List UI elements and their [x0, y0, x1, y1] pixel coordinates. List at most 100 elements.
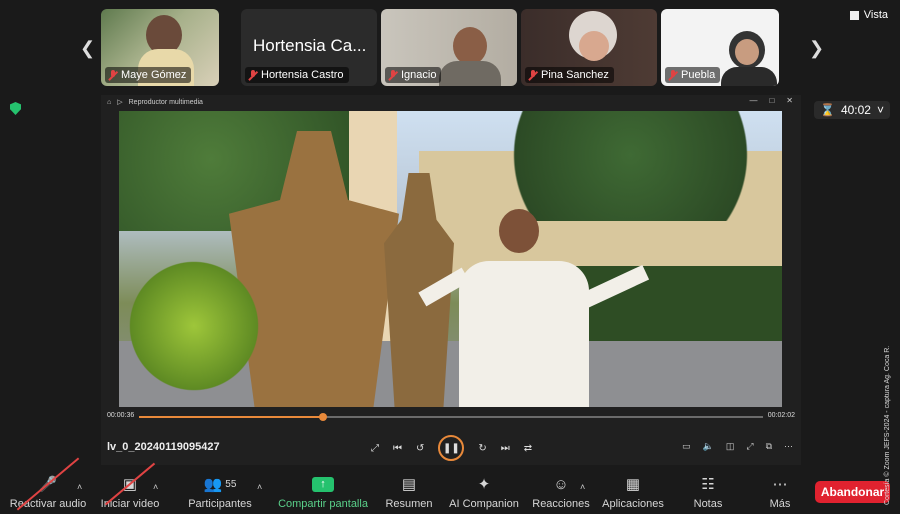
seek-bar[interactable]: 00:00:36 00:02:02: [101, 411, 801, 423]
share-screen-icon: ↑: [312, 476, 334, 492]
shared-media-player[interactable]: ⌂ ▷ Reproductor multimedia — □ ✕ 00:00:3…: [101, 95, 801, 465]
pause-button[interactable]: ❚❚: [438, 435, 465, 461]
home-icon[interactable]: ⌂: [107, 99, 111, 106]
mic-muted-icon: [388, 69, 398, 81]
leave-button[interactable]: Abandonar: [815, 481, 890, 503]
apps-button[interactable]: ▦ Aplicaciones: [600, 474, 666, 510]
seek-progress: [139, 416, 324, 418]
chevron-down-icon: ˅: [876, 103, 884, 117]
seek-thumb[interactable]: [319, 413, 328, 421]
previous-icon[interactable]: ⏮: [393, 443, 402, 454]
toolbar-label: Compartir pantalla: [278, 498, 368, 510]
participant-name-tag: Maye Gómez: [105, 67, 192, 83]
chevron-up-icon[interactable]: ˄: [580, 482, 585, 492]
more-options-icon[interactable]: ⋯: [784, 441, 793, 452]
start-video-button[interactable]: ▣ Iniciar video: [98, 474, 162, 510]
view-label: Vista: [863, 9, 888, 21]
close-icon[interactable]: ✕: [786, 96, 793, 105]
participants-button[interactable]: 👥 55 Participantes: [184, 474, 256, 510]
player-title: Reproductor multimedia: [128, 98, 203, 106]
participant-display-name: Hortensia Ca...: [253, 36, 367, 55]
play-circle-icon: ▷: [117, 99, 123, 106]
share-screen-button[interactable]: ↑ Compartir pantalla: [275, 474, 371, 510]
participant-name: Puebla: [681, 69, 716, 81]
participant-video: [453, 27, 487, 65]
cast-icon[interactable]: ◫: [726, 441, 735, 452]
video-frame[interactable]: [119, 111, 782, 407]
player-controls: lv_0_20240119095427 ⤢ ⏮ ↺ ❚❚ ↻ ⏭ ⇄ ▭ 🔈 ◫…: [101, 433, 801, 461]
participant-name: Ignacio: [401, 69, 437, 81]
toolbar-label: AI Companion: [449, 498, 519, 510]
participant-tile[interactable]: Puebla: [661, 9, 779, 86]
subtitles-icon[interactable]: ▭: [682, 441, 691, 452]
unmute-button[interactable]: 🎤 Reactivar audio: [8, 474, 88, 510]
reactions-button[interactable]: ☺ Reacciones: [530, 474, 592, 511]
timer-value: 40:02: [840, 103, 871, 117]
participant-name-tag: Hortensia Castro: [245, 67, 349, 83]
participant-name: Maye Gómez: [121, 69, 187, 81]
rewind-icon[interactable]: ↺: [416, 443, 424, 454]
forward-icon[interactable]: ↻: [478, 443, 486, 454]
participant-name-tag: Puebla: [665, 67, 721, 83]
speaker-head: [499, 209, 539, 253]
notes-button[interactable]: ☷ Notas: [688, 474, 728, 510]
more-icon: ⋯: [772, 476, 788, 493]
shuffle-icon[interactable]: ⤢: [371, 443, 379, 454]
chevron-up-icon[interactable]: ˄: [77, 482, 82, 492]
miniplayer-icon[interactable]: ⧉: [766, 441, 772, 452]
strip-next-arrow[interactable]: ❯: [809, 38, 824, 59]
speaker-robe: [459, 261, 589, 407]
toolbar-label: Aplicaciones: [602, 498, 664, 510]
credit-text: Cortesía © Zoom JEFS-2024 - captura Ag. …: [884, 345, 891, 505]
toolbar-label: Participantes: [188, 498, 252, 510]
fullscreen-icon[interactable]: ⤢: [746, 441, 753, 452]
mic-muted-icon: [248, 69, 258, 81]
participant-name: Pina Sanchez: [541, 69, 609, 81]
minimize-icon[interactable]: —: [749, 96, 757, 105]
toolbar-label: Reacciones: [532, 498, 590, 510]
participant-name: Hortensia Castro: [261, 69, 344, 81]
participant-body: [721, 67, 777, 86]
strip-prev-arrow[interactable]: ❮: [80, 38, 95, 59]
meeting-timer[interactable]: ⌛ 40:02 ˅: [814, 101, 890, 119]
view-button[interactable]: Vista: [849, 9, 888, 21]
plant: [119, 251, 269, 401]
next-icon[interactable]: ⏭: [501, 443, 510, 454]
ai-companion-icon: ✦: [477, 476, 491, 493]
grid-icon: [849, 10, 859, 20]
toolbar-label: Notas: [693, 498, 723, 510]
summary-icon: ▤: [401, 476, 417, 493]
chevron-up-icon[interactable]: ˄: [153, 482, 158, 492]
chevron-up-icon[interactable]: ˄: [257, 482, 262, 492]
apps-icon: ▦: [625, 476, 641, 493]
more-button[interactable]: ⋯ Más: [762, 474, 798, 510]
participant-tile[interactable]: Hortensia Ca... Hortensia Castro: [241, 9, 377, 86]
participant-tile[interactable]: Pina Sanchez: [521, 9, 657, 86]
elapsed-time: 00:00:36: [107, 412, 135, 419]
toolbar-label: Resumen: [385, 498, 433, 510]
participants-icon: 👥 55: [203, 476, 237, 493]
maximize-icon[interactable]: □: [769, 96, 774, 105]
summary-button[interactable]: ▤ Resumen: [382, 474, 436, 510]
security-shield-icon[interactable]: [10, 102, 21, 115]
participant-tile[interactable]: Maye Gómez: [101, 9, 219, 86]
participant-count: 55: [225, 478, 237, 490]
volume-icon[interactable]: 🔈: [703, 441, 714, 452]
meeting-toolbar: 🎤 Reactivar audio ˄ ▣ Iniciar video ˄ 👥 5…: [0, 470, 900, 514]
ai-companion-button[interactable]: ✦ AI Companion: [446, 474, 522, 510]
participant-body: [439, 61, 501, 86]
total-time: 00:02:02: [767, 412, 795, 419]
mic-muted-icon: 🎤: [8, 474, 88, 494]
trees-background: [479, 111, 782, 221]
participant-tile[interactable]: Ignacio: [381, 9, 517, 86]
hourglass-icon: ⌛: [820, 103, 835, 117]
media-filename: lv_0_20240119095427: [107, 441, 220, 453]
mic-muted-icon: [668, 69, 678, 81]
participant-name-tag: Ignacio: [385, 67, 442, 83]
notes-icon: ☷: [701, 476, 715, 493]
seek-track[interactable]: [139, 413, 763, 421]
repeat-icon[interactable]: ⇄: [524, 443, 532, 454]
player-titlebar: ⌂ ▷ Reproductor multimedia — □ ✕: [101, 95, 801, 109]
mic-muted-icon: [108, 69, 118, 81]
mic-muted-icon: [528, 69, 538, 81]
